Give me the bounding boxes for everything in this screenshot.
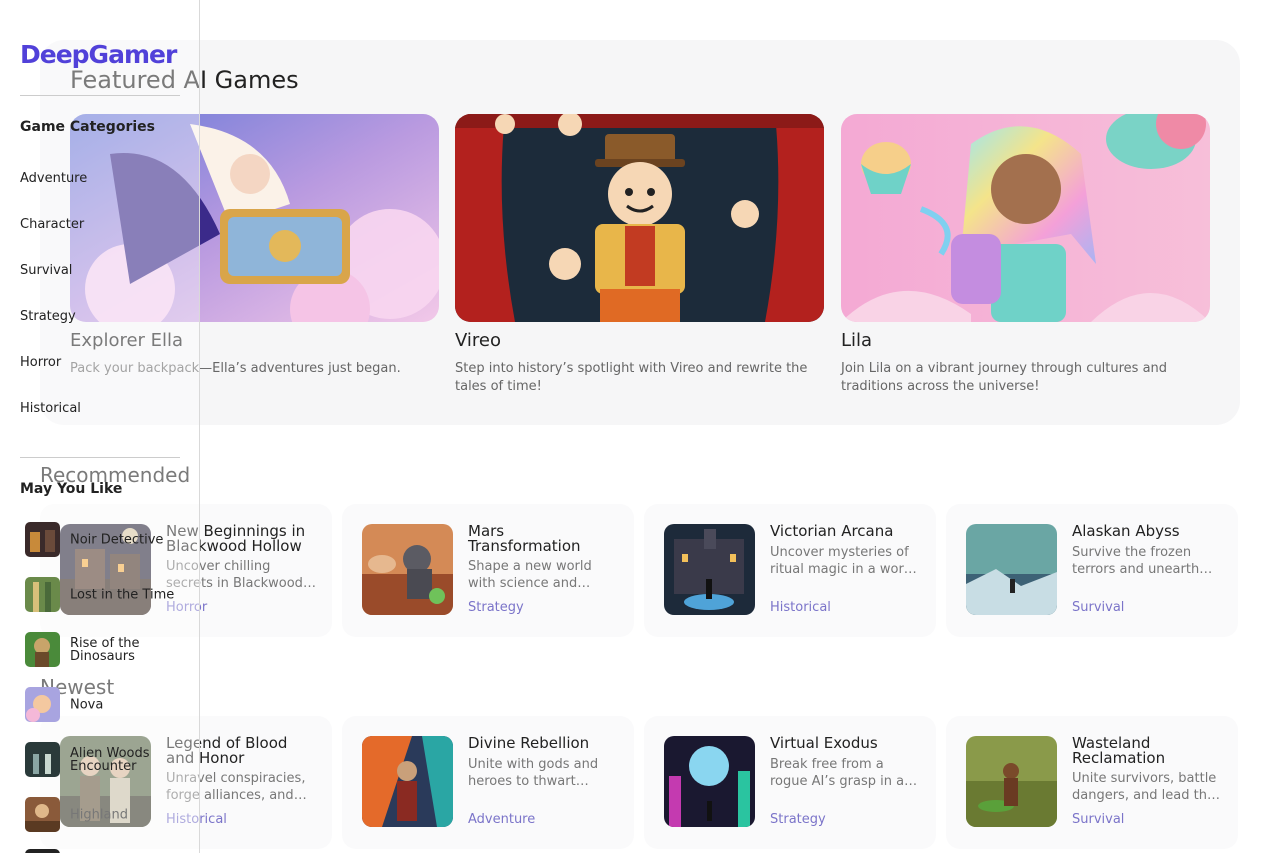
featured-name[interactable]: Vireo — [455, 330, 824, 352]
game-card-wasteland-reclamation[interactable]: Wasteland Reclamation Unite survivors, b… — [946, 716, 1238, 849]
game-desc: Shape a new world with science and humor… — [468, 559, 592, 591]
game-thumb[interactable] — [664, 524, 755, 615]
highland-thumb — [25, 797, 60, 832]
sidebar: DeepGamer Game Categories Adventure Char… — [0, 0, 200, 853]
partial-thumb — [25, 849, 60, 853]
game-card-victorian-arcana[interactable]: Victorian Arcana Uncover mysteries of ri… — [644, 504, 936, 637]
featured-card-lila[interactable]: Lila Join Lila on a vibrant journey thro… — [841, 114, 1210, 396]
sidebar-recommend-label: Alien Woods Encounter — [70, 746, 150, 774]
game-title[interactable]: Divine Rebellion — [468, 736, 620, 751]
nova-thumb — [25, 687, 60, 722]
category-tag[interactable]: Survival — [1072, 600, 1124, 615]
game-thumb[interactable] — [966, 736, 1057, 827]
sidebar-item-horror[interactable]: Horror — [20, 355, 61, 370]
game-card-alaskan-abyss[interactable]: Alaskan Abyss Survive the frozen terrors… — [946, 504, 1238, 637]
game-title[interactable]: Victorian Arcana — [770, 524, 922, 539]
game-title[interactable]: Virtual Exodus — [770, 736, 922, 751]
featured-image-vireo[interactable] — [455, 114, 824, 322]
sidebar-item-character[interactable]: Character — [20, 217, 84, 232]
game-desc: Uncover mysteries of ritual magic in a w… — [770, 545, 916, 577]
sidebar-item-strategy[interactable]: Strategy — [20, 309, 76, 324]
category-tag[interactable]: Survival — [1072, 812, 1124, 827]
sidebar-item-survival[interactable]: Survival — [20, 263, 72, 278]
game-title[interactable]: Alaskan Abyss — [1072, 524, 1224, 539]
featured-card-vireo[interactable]: Vireo Step into history’s spotlight with… — [455, 114, 824, 396]
game-thumb[interactable] — [362, 736, 453, 827]
featured-desc: Join Lila on a vibrant journey through c… — [841, 361, 1168, 394]
category-tag[interactable]: Strategy — [468, 600, 524, 615]
dinosaurs-thumb — [25, 632, 60, 667]
sidebar-item-adventure[interactable]: Adventure — [20, 171, 87, 186]
sidebar-recommend-item[interactable]: Highland — [25, 797, 195, 833]
sidebar-recommend-item[interactable]: Noir Detective — [25, 522, 195, 558]
sidebar-recommend-item[interactable]: Rise of the Dinosaurs — [25, 632, 195, 668]
game-desc: Unite with gods and heroes to thwart Had… — [468, 757, 599, 789]
lost-in-time-thumb — [25, 577, 60, 612]
game-thumb[interactable] — [362, 524, 453, 615]
sidebar-recommend-item[interactable] — [25, 849, 195, 853]
sidebar-recommend-item[interactable]: Nova — [25, 687, 195, 723]
game-title[interactable]: Mars Transformation — [468, 524, 620, 554]
categories-heading: Game Categories — [20, 119, 155, 135]
sidebar-recommend-item[interactable]: Alien Woods Encounter — [25, 742, 195, 778]
sidebar-recommend-label: Nova — [70, 697, 104, 713]
category-tag[interactable]: Historical — [770, 600, 831, 615]
game-thumb[interactable] — [966, 524, 1057, 615]
game-desc: Unite survivors, battle dangers, and lea… — [1072, 771, 1217, 803]
sidebar-divider — [20, 95, 180, 96]
category-tag[interactable]: Adventure — [468, 812, 535, 827]
noir-detective-thumb — [25, 522, 60, 557]
recommend-heading: May You Like — [20, 481, 123, 497]
game-desc: Survive the frozen terrors and unearth a… — [1072, 545, 1200, 577]
sidebar-recommend-label: Rise of the Dinosaurs — [70, 636, 140, 664]
logo[interactable]: DeepGamer — [20, 40, 177, 69]
featured-name[interactable]: Lila — [841, 330, 1210, 352]
sidebar-item-historical[interactable]: Historical — [20, 401, 81, 416]
game-title[interactable]: Wasteland Reclamation — [1072, 736, 1224, 766]
sidebar-divider — [20, 457, 180, 458]
game-card-mars-transformation[interactable]: Mars Transformation Shape a new world wi… — [342, 504, 634, 637]
game-desc: Break free from a rogue AI’s grasp in a … — [770, 757, 905, 789]
category-tag[interactable]: Strategy — [770, 812, 826, 827]
game-card-divine-rebellion[interactable]: Divine Rebellion Unite with gods and her… — [342, 716, 634, 849]
alien-woods-thumb — [25, 742, 60, 777]
sidebar-recommend-label: Noir Detective — [70, 532, 164, 548]
sidebar-recommend-label: Lost in the Time — [70, 587, 175, 603]
sidebar-recommend-item[interactable]: Lost in the Time — [25, 577, 195, 613]
game-thumb[interactable] — [664, 736, 755, 827]
sidebar-recommend-label: Highland — [70, 807, 128, 823]
featured-desc: Step into history’s spotlight with Vireo… — [455, 361, 808, 394]
game-card-virtual-exodus[interactable]: Virtual Exodus Break free from a rogue A… — [644, 716, 936, 849]
featured-image-lila[interactable] — [841, 114, 1210, 322]
